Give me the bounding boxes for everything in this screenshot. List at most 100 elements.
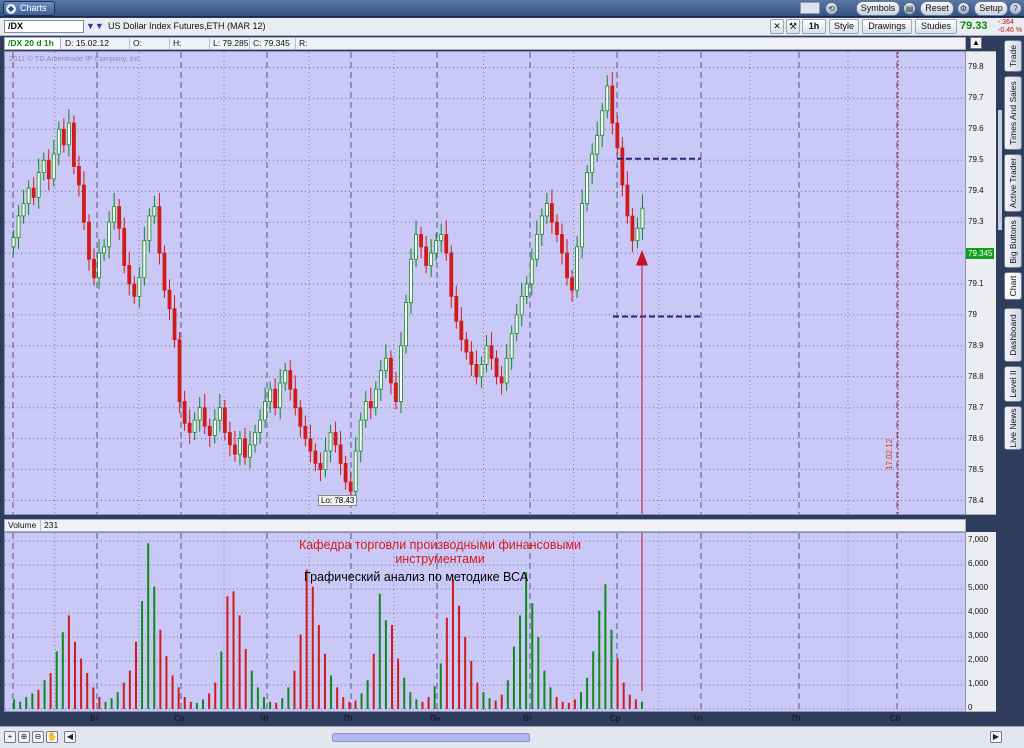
candle-body: [137, 277, 142, 297]
volume-tick-label: 7,000: [968, 535, 989, 544]
studies-button[interactable]: Studies: [915, 19, 957, 34]
last-price: 79.33: [960, 20, 988, 32]
symbol-description: US Dollar Index Futures,ETH (MAR 12): [108, 21, 266, 31]
candle-body: [298, 407, 303, 427]
candle-body: [187, 422, 192, 433]
pan-hand-icon[interactable]: ✋: [46, 731, 58, 743]
copyright-text: 2011 © TD Ameritrade IP Company, Inc.: [9, 54, 142, 63]
candle-body: [368, 401, 373, 409]
scroll-left-icon[interactable]: ◀: [64, 731, 76, 743]
candle-body: [167, 289, 172, 310]
candle-body: [550, 203, 554, 223]
print-icon[interactable]: ▤: [903, 2, 916, 15]
candle-body: [333, 432, 338, 446]
candle-body: [107, 221, 112, 248]
link-icon[interactable]: ⟲: [825, 2, 838, 15]
side-scrollbar[interactable]: [998, 110, 1002, 230]
tab-level-ii[interactable]: Level II: [1004, 366, 1022, 402]
tab-big-buttons[interactable]: Big Buttons: [1004, 216, 1022, 268]
layout-box-icon[interactable]: [800, 2, 820, 14]
candle-body: [243, 438, 247, 458]
price-axis[interactable]: 79.879.779.679.579.479.379.279.17978.978…: [966, 51, 996, 515]
time-scrollbar-thumb[interactable]: [332, 733, 530, 742]
crosshair-mode-icon[interactable]: +: [4, 731, 16, 743]
candle-body: [434, 240, 439, 254]
timeframe-button[interactable]: 1h: [802, 19, 826, 34]
volume-tick-label: 5,000: [968, 583, 989, 592]
candle-body: [338, 444, 343, 464]
tab-dashboard[interactable]: Dashboard: [1004, 308, 1022, 362]
candle-body: [544, 203, 549, 217]
annotation-method: Графический анализ по методике ВСА: [304, 570, 529, 584]
tab-trade[interactable]: Trade: [1004, 40, 1022, 72]
current-price-tag: 79.345: [966, 248, 994, 259]
reset-button[interactable]: Reset: [920, 1, 954, 16]
scroll-right-icon[interactable]: ▶: [990, 731, 1002, 743]
candle-body: [509, 333, 514, 359]
candle-body: [640, 207, 645, 229]
charts-tab-label: Charts: [20, 3, 47, 13]
candle-body: [424, 246, 429, 266]
candle-body: [233, 444, 237, 455]
candle-body: [97, 252, 101, 279]
candle-body: [615, 122, 620, 149]
bar-close: C: 79.345: [250, 38, 296, 49]
volume-label: Volume: [5, 520, 41, 531]
candle-body: [222, 407, 227, 433]
price-tick-label: 79.5: [968, 155, 984, 165]
candle-body: [197, 407, 202, 421]
zoom-in-icon[interactable]: ⊕: [18, 731, 30, 743]
candle-body: [409, 258, 413, 303]
charts-app-icon: ◆: [6, 4, 16, 14]
study-symbol[interactable]: /DX 20 d 1h: [5, 38, 61, 49]
settings-icon[interactable]: ⚙: [957, 2, 970, 15]
volume-axis[interactable]: 7,000 6,000 5,000 4,000 3,000 2,000 1,000 0: [966, 532, 996, 712]
setup-button[interactable]: Setup: [974, 1, 1008, 16]
tab-live-news[interactable]: Live News: [1004, 406, 1022, 450]
chart-icon[interactable]: ▲: [970, 37, 982, 49]
date-marker-label: 17.02.12: [885, 438, 894, 470]
candle-body: [479, 364, 484, 378]
candle-body: [363, 401, 368, 421]
price-tick-label: 79: [968, 309, 977, 319]
tab-active-trader[interactable]: Active Trader: [1004, 154, 1022, 212]
candle-body: [474, 364, 479, 378]
style-button[interactable]: Style: [829, 19, 859, 34]
symbol-input[interactable]: /DX: [4, 20, 84, 33]
tab-chart[interactable]: Chart: [1004, 272, 1022, 300]
tab-times-and-sales[interactable]: Times And Sales: [1004, 76, 1022, 150]
candle-body: [353, 450, 358, 492]
candle-body: [358, 419, 363, 452]
price-tick-label: 79.6: [968, 124, 984, 134]
candle-body: [303, 425, 308, 440]
title-bar: ◆ Charts ⟲ Symbols ▤ Reset ⚙ Setup ?: [0, 0, 1024, 17]
candle-body: [524, 283, 529, 297]
candle-body: [348, 481, 353, 492]
wrench-icon[interactable]: ⚒: [786, 19, 800, 34]
candle-body: [117, 206, 122, 229]
price-tick-label: 78.6: [968, 433, 984, 443]
charts-tab[interactable]: ◆ Charts: [3, 1, 55, 16]
candle-body: [504, 357, 509, 384]
candle-body: [87, 221, 91, 260]
price-tick-label: 79.4: [968, 186, 984, 196]
zoom-out-icon[interactable]: ⊖: [32, 731, 44, 743]
candle-body: [565, 252, 569, 279]
volume-tick-label: 3,000: [968, 631, 989, 640]
candle-body: [16, 215, 21, 239]
candle-body: [263, 401, 268, 421]
price-tick-label: 79.8: [968, 62, 984, 72]
candle-body: [605, 85, 610, 112]
volume-tick-label: 1,000: [968, 679, 989, 688]
candle-body: [122, 227, 127, 266]
candle-body: [283, 370, 288, 384]
price-chart-panel[interactable]: 2011 © TD Ameritrade IP Company, Inc.: [4, 51, 966, 515]
symbol-dropdown-icon[interactable]: ▼▼: [86, 20, 106, 33]
drawings-button[interactable]: Drawings: [862, 19, 912, 34]
candle-body: [66, 122, 71, 146]
crosshair-icon[interactable]: ✕: [770, 19, 784, 34]
candle-body: [273, 388, 278, 409]
help-icon[interactable]: ?: [1009, 2, 1022, 15]
candle-body: [444, 234, 449, 254]
symbols-button[interactable]: Symbols: [856, 1, 900, 16]
